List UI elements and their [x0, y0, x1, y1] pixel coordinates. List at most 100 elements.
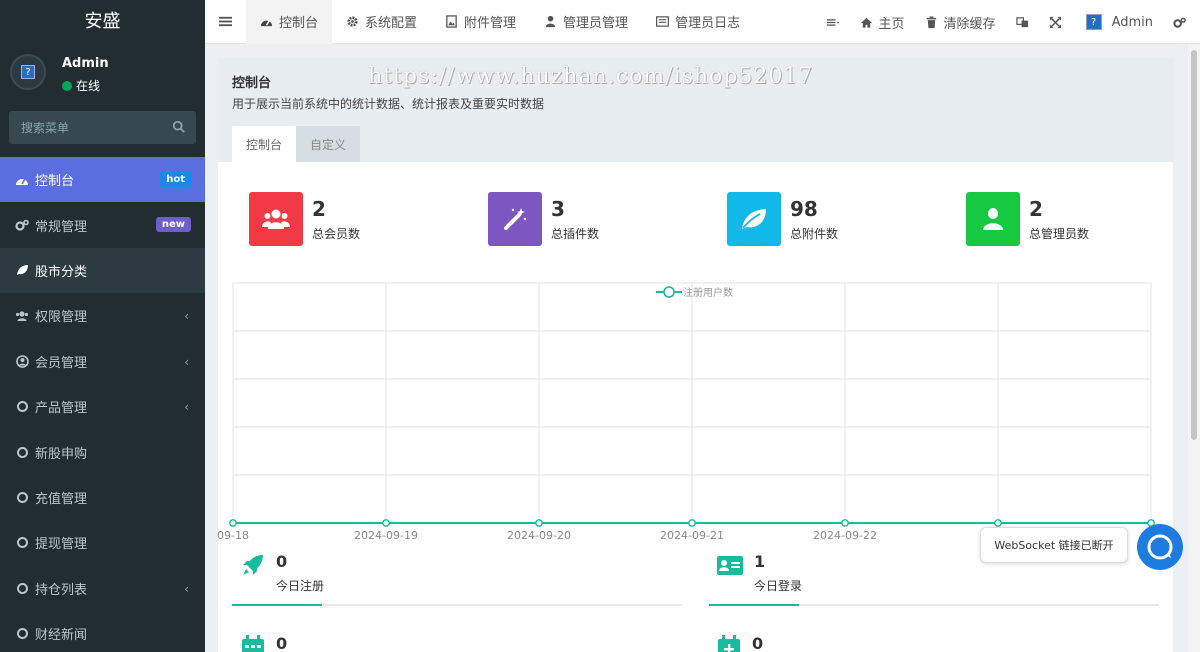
tab-console[interactable]: 控制台: [232, 126, 297, 162]
user-circle-icon: [15, 354, 29, 368]
calendar-icon: [242, 635, 264, 652]
sidebar-item-permission[interactable]: 权限管理 ‹: [0, 293, 205, 338]
dashboard-icon: [260, 20, 273, 27]
sidebar-item-label: 会员管理: [35, 355, 88, 371]
sidebar-item-news[interactable]: 财经新闻: [0, 611, 205, 652]
search-icon[interactable]: [172, 120, 186, 134]
sidebar-item-ipo[interactable]: 新股申购: [0, 429, 205, 474]
chart-series: [229, 519, 1155, 527]
fullscreen-button[interactable]: [1039, 0, 1072, 44]
chart-legend[interactable]: 注册用户数: [656, 286, 733, 299]
sidebar-item-positions[interactable]: 持仓列表 ‹: [0, 566, 205, 611]
tab-label: 管理员日志: [675, 16, 741, 31]
tab-admin-log[interactable]: 管理员日志: [642, 0, 754, 44]
leaf-icon: [727, 192, 781, 246]
hamburger-icon: [219, 16, 232, 27]
avatar: ?: [10, 54, 46, 90]
sidebar-item-stock-category[interactable]: 股市分类: [0, 247, 205, 294]
list-icon: [656, 16, 670, 27]
clear-cache-label: 清除缓存: [943, 16, 996, 32]
brand-logo[interactable]: 安盛: [0, 0, 205, 44]
cogs-icon: [1173, 17, 1186, 28]
tab-system-config[interactable]: 系统配置: [332, 0, 431, 44]
legend-label: 注册用户数: [683, 286, 733, 299]
translate-button[interactable]: [1006, 0, 1039, 44]
settings-button[interactable]: [1163, 0, 1200, 44]
tab-attachments[interactable]: 附件管理: [431, 0, 530, 44]
kpi-label: 今日登录: [754, 579, 803, 593]
data-point[interactable]: [994, 519, 1002, 527]
sidebar-item-general[interactable]: 常规管理 new: [0, 202, 205, 247]
stat-label: 总管理员数: [1029, 226, 1090, 241]
gear-icon: [347, 16, 358, 27]
home-link[interactable]: 主页: [850, 0, 915, 44]
tab-admin-manage[interactable]: 管理员管理: [530, 0, 642, 44]
sidebar-item-label: 新股申购: [35, 446, 88, 462]
circle-icon: [15, 581, 29, 595]
x-tick-label: 09-18: [217, 529, 249, 542]
stat-label: 总会员数: [312, 226, 361, 241]
clear-cache-button[interactable]: 清除缓存: [915, 0, 1006, 44]
admin-user-menu[interactable]: ? Admin: [1072, 0, 1163, 44]
x-tick-label: 2024-09-22: [813, 529, 877, 542]
user-status: 在线: [62, 77, 100, 94]
websocket-toast: WebSocket 链接已断开: [980, 527, 1128, 563]
kpi-value: 0: [752, 634, 764, 652]
translate-icon: [1015, 16, 1028, 27]
tab-label: 控制台: [279, 16, 319, 31]
chat-button[interactable]: [1137, 524, 1183, 570]
user-status-text: 在线: [76, 79, 101, 93]
user-panel: ? Admin 在线: [0, 44, 205, 100]
chevron-left-icon: ‹: [184, 354, 189, 369]
stat-total-admins: 2 总管理员数: [966, 192, 1089, 246]
data-point[interactable]: [688, 519, 696, 527]
home-icon: [860, 17, 872, 28]
circle-icon: [15, 627, 29, 641]
page-scrollbar[interactable]: [1188, 44, 1200, 652]
id-card-icon: [717, 556, 743, 575]
kpi-week: 0: [240, 634, 287, 652]
circle-icon: [15, 536, 29, 550]
dashboard-icon: [15, 173, 29, 187]
sidebar-item-label: 控制台: [35, 174, 75, 190]
kpi-value: 0: [276, 634, 288, 652]
sidebar-item-dashboard[interactable]: 控制台 hot: [0, 157, 205, 203]
data-point[interactable]: [229, 519, 237, 527]
stat-total-attachments: 98 总附件数: [727, 192, 838, 246]
sidebar-item-deposit[interactable]: 充值管理: [0, 475, 205, 520]
avatar-placeholder-icon: ?: [1085, 14, 1102, 30]
tab-custom[interactable]: 自定义: [296, 126, 361, 162]
data-point[interactable]: [382, 519, 390, 527]
stat-value: 2: [312, 196, 326, 221]
chat-bubble-icon: [1147, 534, 1173, 560]
stat-total-members: 2 总会员数: [249, 192, 360, 246]
data-point[interactable]: [535, 519, 543, 527]
sidebar-toggle-button[interactable]: [205, 0, 246, 44]
sidebar-item-label: 产品管理: [35, 401, 88, 417]
chevron-left-icon: ‹: [184, 581, 189, 596]
data-point[interactable]: [841, 519, 849, 527]
online-dot-icon: [62, 80, 72, 91]
list-menu-icon: [826, 18, 839, 26]
tab-label: 管理员管理: [563, 16, 629, 31]
page-description: 用于展示当前系统中的统计数据、统计报表及重要实时数据: [232, 97, 545, 111]
tab-label: 附件管理: [464, 16, 517, 31]
search-input[interactable]: [9, 111, 196, 144]
cogs-icon: [15, 218, 29, 232]
kpi-today-login: 1 今日登录: [716, 552, 802, 594]
expand-icon: [1049, 16, 1061, 28]
kpi-progress-bar: [232, 604, 682, 606]
sidebar-item-label: 持仓列表: [35, 582, 88, 598]
sidebar-item-withdraw[interactable]: 提现管理: [0, 520, 205, 565]
scrollbar-thumb[interactable]: [1191, 50, 1197, 440]
stat-value: 3: [551, 196, 565, 221]
more-tabs-dropdown[interactable]: [817, 0, 850, 44]
circle-icon: [15, 400, 29, 414]
stat-value: 2: [1029, 196, 1043, 221]
sidebar-item-members[interactable]: 会员管理 ‹: [0, 339, 205, 384]
user-icon: [545, 15, 556, 28]
tab-dashboard[interactable]: 控制台: [246, 0, 333, 44]
sidebar-item-products[interactable]: 产品管理 ‹: [0, 384, 205, 429]
x-tick-label: 2024-09-20: [507, 529, 571, 542]
sidebar-menu: 控制台 hot 常规管理 new 股市分类 权限管理 ‹ 会员管理 ‹ 产品管理…: [0, 157, 205, 652]
